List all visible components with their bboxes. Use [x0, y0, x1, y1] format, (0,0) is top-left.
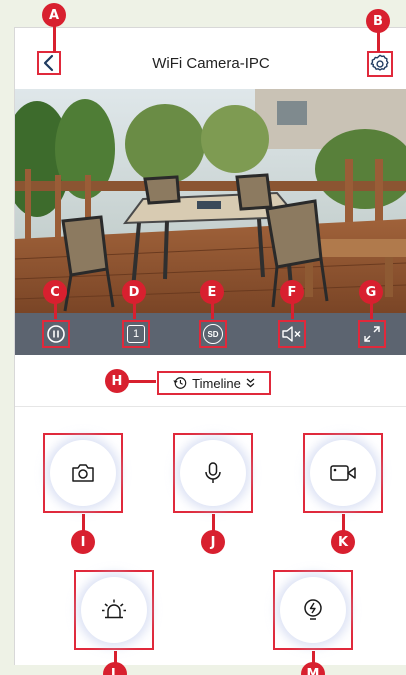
annotation-badge-g: G	[359, 280, 383, 304]
annotation-badge-f: F	[280, 280, 304, 304]
app-header: WiFi Camera-IPC	[15, 28, 406, 92]
annotation-connector-c	[54, 303, 57, 319]
playback-control-bar: 1 SD	[15, 313, 406, 355]
sd-quality-icon: SD	[203, 324, 223, 344]
microphone-icon	[205, 462, 221, 483]
timeline-row: Timeline	[15, 355, 406, 407]
annotation-badge-h: H	[105, 369, 129, 393]
history-clock-icon	[173, 377, 187, 389]
channel-button[interactable]: 1	[122, 320, 150, 348]
annotation-connector-h	[128, 380, 156, 383]
annotation-badge-j: J	[201, 530, 225, 554]
annotation-connector-m	[312, 651, 315, 663]
channel-label: 1	[132, 328, 140, 340]
talk-button[interactable]	[173, 433, 253, 513]
annotation-badge-i: I	[71, 530, 95, 554]
annotation-connector-i	[82, 514, 85, 531]
annotation-badge-a: A	[42, 3, 66, 27]
timeline-label: Timeline	[192, 375, 241, 391]
annotation-connector-f	[291, 303, 294, 319]
annotation-connector-e	[211, 303, 214, 319]
pause-icon	[47, 325, 65, 343]
record-button[interactable]	[303, 433, 383, 513]
annotation-connector-a	[53, 26, 56, 53]
annotation-connector-k	[342, 514, 345, 531]
annotation-connector-l	[114, 651, 117, 663]
annotation-badge-d: D	[122, 280, 146, 304]
annotation-connector-d	[133, 303, 136, 319]
fullscreen-button[interactable]	[358, 320, 386, 348]
annotation-connector-g	[370, 303, 373, 319]
siren-icon	[102, 599, 126, 619]
snapshot-circle	[50, 440, 116, 506]
light-button[interactable]	[273, 570, 353, 650]
quality-label: SD	[207, 329, 219, 339]
channel-one-icon: 1	[127, 325, 145, 343]
annotation-badge-c: C	[43, 280, 67, 304]
settings-button[interactable]	[367, 51, 393, 77]
annotation-connector-j	[212, 514, 215, 531]
bulb-icon	[304, 599, 322, 620]
quality-button[interactable]: SD	[199, 320, 227, 348]
light-circle	[280, 577, 346, 643]
alarm-button[interactable]	[74, 570, 154, 650]
speaker-mute-icon	[282, 326, 301, 342]
annotation-badge-b: B	[366, 9, 390, 33]
timeline-button[interactable]: Timeline	[157, 371, 271, 395]
snapshot-button[interactable]	[43, 433, 123, 513]
gear-icon	[370, 54, 389, 71]
app-screen: WiFi Camera-IPC 1 SD Timeline	[14, 27, 406, 665]
video-camera-icon	[330, 465, 356, 481]
annotation-badge-k: K	[331, 530, 355, 554]
alarm-circle	[81, 577, 147, 643]
mute-button[interactable]	[278, 320, 306, 348]
talk-circle	[180, 440, 246, 506]
page-title: WiFi Camera-IPC	[152, 55, 270, 72]
double-chevron-down-icon	[246, 378, 255, 388]
camera-icon	[72, 464, 94, 482]
annotation-badge-e: E	[200, 280, 224, 304]
record-circle	[310, 440, 376, 506]
annotation-connector-b	[377, 32, 380, 52]
fullscreen-icon	[364, 326, 380, 342]
pause-button[interactable]	[42, 320, 70, 348]
